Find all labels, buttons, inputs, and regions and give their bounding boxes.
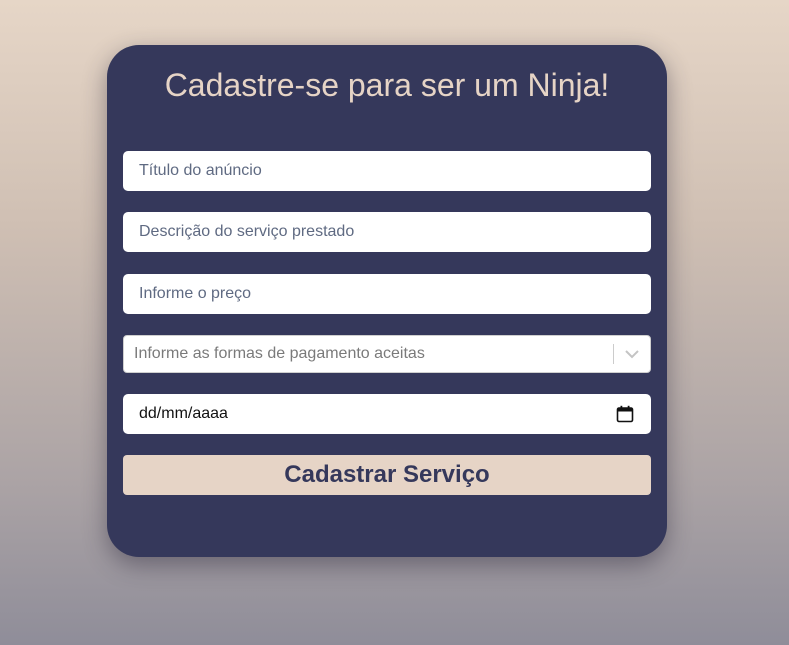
price-input[interactable]: Informe o preço bbox=[123, 274, 651, 314]
payment-methods-placeholder: Informe as formas de pagamento aceitas bbox=[134, 345, 425, 362]
payment-methods-select[interactable]: Informe as formas de pagamento aceitas bbox=[123, 335, 651, 373]
ad-title-input[interactable]: Título do anúncio bbox=[123, 151, 651, 191]
signup-form-card: Cadastre-se para ser um Ninja! Título do… bbox=[107, 45, 667, 557]
calendar-icon[interactable] bbox=[615, 404, 635, 424]
ad-title-placeholder: Título do anúncio bbox=[139, 162, 262, 179]
chevron-down-icon[interactable] bbox=[614, 336, 650, 372]
service-description-placeholder: Descrição do serviço prestado bbox=[139, 223, 355, 240]
price-placeholder: Informe o preço bbox=[139, 285, 252, 302]
service-description-input[interactable]: Descrição do serviço prestado bbox=[123, 212, 651, 252]
submit-service-button[interactable]: Cadastrar Serviço bbox=[123, 455, 651, 495]
form-title: Cadastre-se para ser um Ninja! bbox=[164, 67, 610, 103]
date-input[interactable]: dd/mm/aaaa bbox=[123, 394, 651, 434]
date-value: dd/mm/aaaa bbox=[139, 405, 228, 422]
